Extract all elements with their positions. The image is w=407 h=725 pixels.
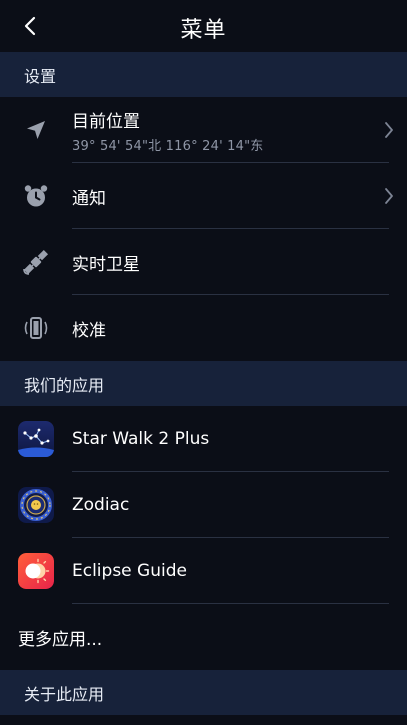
zodiac-app-icon xyxy=(18,487,54,523)
app-item-zodiac[interactable]: Zodiac xyxy=(0,472,407,538)
page-title: 菜单 xyxy=(180,18,227,43)
section-header-our-apps: 我们的应用 xyxy=(0,361,407,406)
settings-item-label: 目前位置 xyxy=(72,111,140,132)
app-item-star-walk[interactable]: Star Walk 2 Plus xyxy=(0,406,407,472)
satellite-icon xyxy=(23,249,49,275)
app-item-label: Eclipse Guide xyxy=(72,561,187,581)
menu-screen: 菜单 设置 目前位置 39° 54' 54"北 116° 24' 14"东 通知… xyxy=(0,0,407,725)
settings-item-label: 校准 xyxy=(72,320,106,341)
chevron-right-icon xyxy=(385,122,393,138)
section-header-about: 关于此应用 xyxy=(0,670,407,715)
app-item-label: Zodiac xyxy=(72,495,130,515)
settings-item-location[interactable]: 目前位置 39° 54' 54"北 116° 24' 14"东 xyxy=(0,97,407,163)
settings-item-label: 通知 xyxy=(72,188,106,209)
app-item-eclipse-guide[interactable]: Eclipse Guide xyxy=(0,538,407,604)
chevron-right-icon xyxy=(385,188,393,204)
app-item-label: Star Walk 2 Plus xyxy=(72,429,210,449)
location-coordinates: 39° 54' 54"北 116° 24' 14"东 xyxy=(72,138,264,154)
top-bar: 菜单 xyxy=(0,0,407,52)
settings-item-calibration[interactable]: 校准 xyxy=(0,295,407,361)
settings-item-live-satellites[interactable]: 实时卫星 xyxy=(0,229,407,295)
phone-calibrate-icon xyxy=(24,317,48,339)
more-apps-link[interactable]: 更多应用... xyxy=(0,604,407,670)
settings-item-notifications[interactable]: 通知 xyxy=(0,163,407,229)
location-arrow-icon xyxy=(27,121,45,139)
alarm-clock-icon xyxy=(24,185,48,207)
eclipse-guide-app-icon xyxy=(18,553,54,589)
settings-item-label: 实时卫星 xyxy=(72,254,140,275)
section-header-settings: 设置 xyxy=(0,52,407,97)
star-walk-app-icon xyxy=(18,421,54,457)
